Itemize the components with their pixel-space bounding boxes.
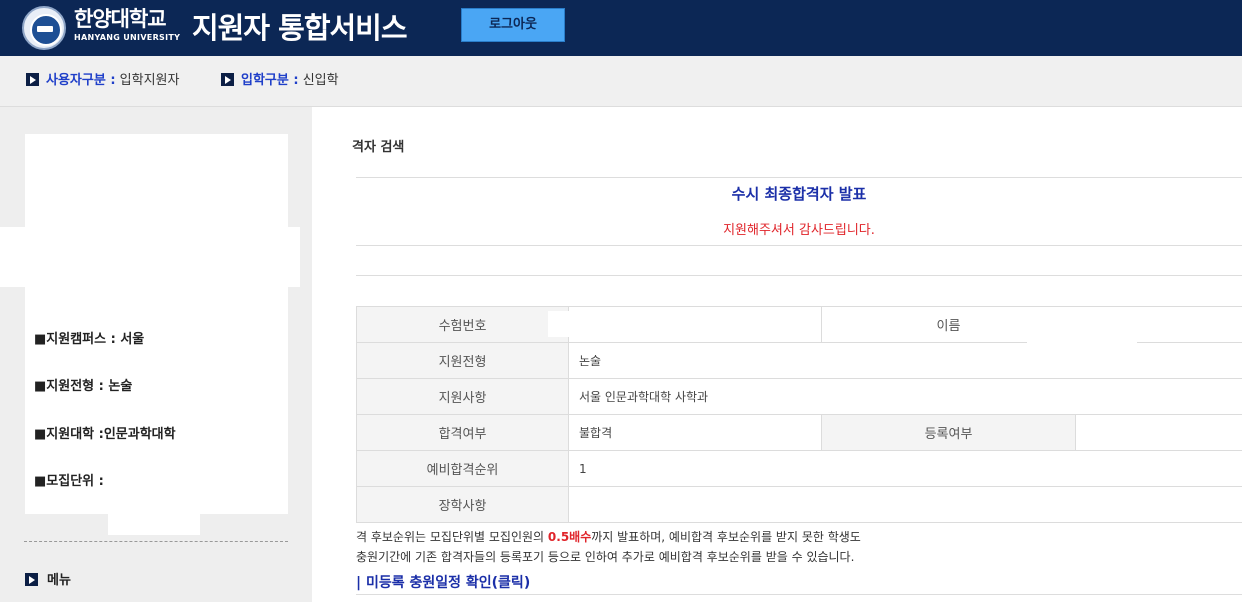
register-value bbox=[1075, 414, 1242, 451]
sidebar-menu-toggle[interactable]: 메뉴 bbox=[25, 569, 71, 588]
footnote-line1: 격 후보순위는 모집단위별 모집인원의 0.5배수까지 발표하며, 예비합격 후… bbox=[356, 530, 861, 545]
track-value: 논술 bbox=[568, 342, 1242, 379]
user-type: 사용자구분 : 입학지원자 bbox=[26, 73, 179, 89]
sidebar: ■지원캠퍼스 : 서울 ■지원전형 : 논술 ■지원대학 :인문과학대학 ■모집… bbox=[0, 107, 312, 602]
service-title: 지원자 통합서비스 bbox=[192, 11, 408, 45]
sidebar-college: ■지원대학 :인문과학대학 bbox=[34, 427, 176, 442]
main-content: 격자 검색 수시 최종합격자 발표 지원해주셔서 감사드립니다. 수험번호 이름… bbox=[312, 107, 1242, 602]
waitlist-label: 예비합격순위 bbox=[356, 450, 569, 487]
footnote-text: 격 후보순위는 모집단위별 모집인원의 bbox=[356, 530, 548, 544]
redaction bbox=[108, 467, 200, 535]
scholarship-value bbox=[568, 486, 1242, 523]
table-row: 합격여부 불합격 등록여부 bbox=[356, 414, 1242, 451]
table-row: 지원전형 논술 bbox=[356, 342, 1242, 379]
track-label: 지원전형 bbox=[356, 342, 569, 379]
pass-value: 불합격 bbox=[568, 414, 822, 451]
footnote-line2: 충원기간에 기존 합격자들의 등록포기 등으로 인하여 추가로 예비합격 후보순… bbox=[356, 550, 855, 564]
sidebar-divider bbox=[24, 541, 288, 542]
dept-value: 서울 인문과학대학 사학과 bbox=[568, 378, 1242, 415]
dept-label: 지원사항 bbox=[356, 378, 569, 415]
exam-no-label: 수험번호 bbox=[356, 306, 569, 343]
sidebar-campus: ■지원캠퍼스 : 서울 bbox=[34, 332, 145, 347]
waitlist-value: 1 bbox=[568, 450, 1242, 487]
university-name-ko: 한양대학교 bbox=[74, 7, 167, 31]
divider bbox=[356, 177, 1242, 178]
admission-type-value: 신입학 bbox=[302, 73, 339, 88]
redaction bbox=[0, 227, 300, 287]
logout-button[interactable]: 로그아웃 bbox=[461, 8, 565, 42]
user-info-bar: 사용자구분 : 입학지원자 입학구분 : 신입학 bbox=[0, 56, 1242, 107]
scholarship-label: 장학사항 bbox=[356, 486, 569, 523]
schedule-link[interactable]: | 미등록 충원일정 확인(클릭) bbox=[356, 572, 530, 592]
page-title: 격자 검색 bbox=[352, 140, 405, 155]
notice-title: 수시 최종합격자 발표 bbox=[731, 185, 867, 203]
admission-type: 입학구분 : 신입학 bbox=[221, 73, 339, 89]
redaction bbox=[1027, 307, 1137, 343]
university-name-en: HANYANG UNIVERSITY bbox=[74, 33, 181, 42]
redaction bbox=[548, 311, 668, 337]
footnote-emphasis: 0.5배수 bbox=[547, 530, 592, 544]
university-emblem-icon bbox=[22, 6, 66, 50]
notice-subtitle: 지원해주셔서 감사드립니다. bbox=[723, 223, 875, 238]
divider bbox=[356, 275, 1242, 276]
arrow-right-icon bbox=[25, 573, 38, 586]
pass-label: 합격여부 bbox=[356, 414, 569, 451]
divider bbox=[356, 594, 1242, 595]
admission-type-label: 입학구분 : bbox=[241, 73, 299, 88]
arrow-right-icon bbox=[221, 73, 234, 86]
sidebar-unit: ■모집단위 : bbox=[34, 474, 104, 489]
arrow-right-icon bbox=[26, 73, 39, 86]
divider bbox=[356, 245, 1242, 246]
header: 한양대학교 HANYANG UNIVERSITY 지원자 통합서비스 로그아웃 bbox=[0, 0, 1242, 56]
table-row: 지원사항 서울 인문과학대학 사학과 bbox=[356, 378, 1242, 415]
table-row: 예비합격순위 1 bbox=[356, 450, 1242, 487]
user-type-value: 입학지원자 bbox=[119, 73, 180, 88]
sidebar-track: ■지원전형 : 논술 bbox=[34, 379, 133, 394]
applicant-info-box bbox=[25, 134, 288, 514]
footnote-text: 까지 발표하며, 예비합격 후보순위를 받지 못한 학생도 bbox=[591, 530, 861, 544]
table-row: 장학사항 bbox=[356, 486, 1242, 523]
menu-label: 메뉴 bbox=[47, 573, 71, 588]
user-type-label: 사용자구분 : bbox=[46, 73, 116, 88]
register-label: 등록여부 bbox=[821, 414, 1076, 451]
university-logo[interactable]: 한양대학교 HANYANG UNIVERSITY bbox=[74, 6, 186, 44]
